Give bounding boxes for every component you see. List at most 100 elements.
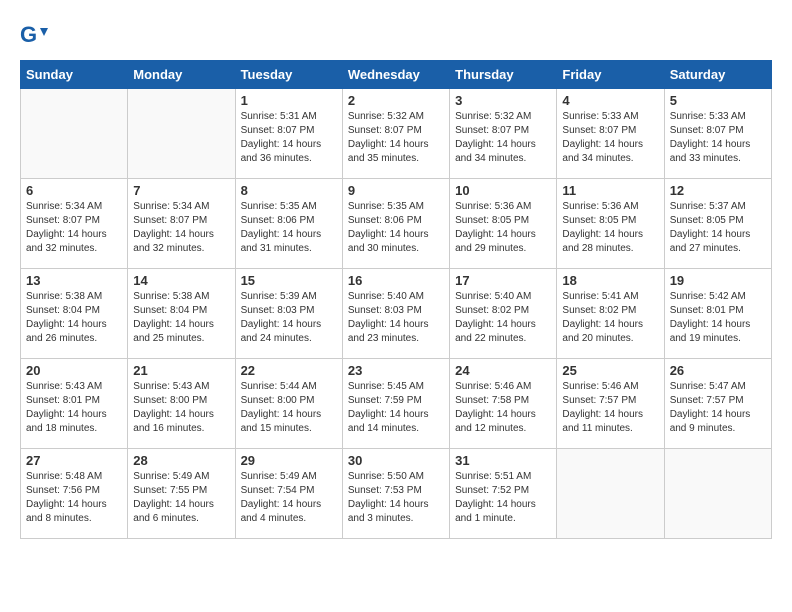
calendar-cell: 12Sunrise: 5:37 AM Sunset: 8:05 PM Dayli… [664, 179, 771, 269]
day-number: 17 [455, 273, 551, 288]
day-number: 23 [348, 363, 444, 378]
day-number: 29 [241, 453, 337, 468]
day-number: 15 [241, 273, 337, 288]
day-detail: Sunrise: 5:36 AM Sunset: 8:05 PM Dayligh… [455, 200, 551, 256]
day-number: 27 [26, 453, 122, 468]
day-of-week-header: Thursday [450, 61, 557, 89]
day-detail: Sunrise: 5:51 AM Sunset: 7:52 PM Dayligh… [455, 470, 551, 526]
day-detail: Sunrise: 5:42 AM Sunset: 8:01 PM Dayligh… [670, 290, 766, 346]
day-detail: Sunrise: 5:36 AM Sunset: 8:05 PM Dayligh… [562, 200, 658, 256]
calendar-cell: 15 Sunrise: 5:39 AM Sunset: 8:03 PM Dayli… [235, 269, 342, 359]
calendar-cell: 2 Sunrise: 5:32 AM Sunset: 8:07 PM Daylig… [342, 89, 449, 179]
calendar-cell: 26 Sunrise: 5:47 AM Sunset: 7:57 PM Dayli… [664, 359, 771, 449]
day-number: 22 [241, 363, 337, 378]
day-number: 6 [26, 183, 122, 198]
day-detail: Sunrise: 5:39 AM Sunset: 8:03 PM Dayligh… [241, 290, 337, 346]
calendar-cell [128, 89, 235, 179]
day-number: 31 [455, 453, 551, 468]
calendar-cell: 9 Sunrise: 5:35 AM Sunset: 8:06 PM Daylig… [342, 179, 449, 269]
calendar-table: SundayMondayTuesdayWednesdayThursdayFrid… [20, 60, 772, 539]
calendar-week-row: 13 Sunrise: 5:38 AM Sunset: 8:04 PM Dayli… [21, 269, 772, 359]
day-detail: Sunrise: 5:47 AM Sunset: 7:57 PM Dayligh… [670, 380, 766, 436]
day-number: 16 [348, 273, 444, 288]
page-header: G [20, 20, 772, 50]
day-number: 21 [133, 363, 229, 378]
calendar-cell: 8 Sunrise: 5:35 AM Sunset: 8:06 PM Daylig… [235, 179, 342, 269]
day-detail: Sunrise: 5:44 AM Sunset: 8:00 PM Dayligh… [241, 380, 337, 436]
day-detail: Sunrise: 5:43 AM Sunset: 8:00 PM Dayligh… [133, 380, 229, 436]
day-detail: Sunrise: 5:33 AM Sunset: 8:07 PM Dayligh… [562, 110, 658, 166]
day-detail: Sunrise: 5:41 AM Sunset: 8:02 PM Dayligh… [562, 290, 658, 346]
day-detail: Sunrise: 5:32 AM Sunset: 8:07 PM Dayligh… [348, 110, 444, 166]
days-header-row: SundayMondayTuesdayWednesdayThursdayFrid… [21, 61, 772, 89]
calendar-cell: 4Sunrise: 5:33 AM Sunset: 8:07 PM Daylig… [557, 89, 664, 179]
calendar-cell: 10 Sunrise: 5:36 AM Sunset: 8:05 PM Dayli… [450, 179, 557, 269]
day-detail: Sunrise: 5:34 AM Sunset: 8:07 PM Dayligh… [133, 200, 229, 256]
calendar-cell [557, 449, 664, 539]
calendar-cell: 20 Sunrise: 5:43 AM Sunset: 8:01 PM Dayli… [21, 359, 128, 449]
day-number: 24 [455, 363, 551, 378]
calendar-cell: 18 Sunrise: 5:41 AM Sunset: 8:02 PM Dayli… [557, 269, 664, 359]
calendar-cell: 27 Sunrise: 5:48 AM Sunset: 7:56 PM Dayli… [21, 449, 128, 539]
calendar-cell [21, 89, 128, 179]
logo-icon: G [20, 20, 50, 50]
calendar-cell [664, 449, 771, 539]
day-number: 20 [26, 363, 122, 378]
day-detail: Sunrise: 5:38 AM Sunset: 8:04 PM Dayligh… [133, 290, 229, 346]
day-detail: Sunrise: 5:38 AM Sunset: 8:04 PM Dayligh… [26, 290, 122, 346]
day-detail: Sunrise: 5:31 AM Sunset: 8:07 PM Dayligh… [241, 110, 337, 166]
calendar-week-row: 1Sunrise: 5:31 AM Sunset: 8:07 PM Daylig… [21, 89, 772, 179]
calendar-cell: 29 Sunrise: 5:49 AM Sunset: 7:54 PM Dayli… [235, 449, 342, 539]
day-detail: Sunrise: 5:35 AM Sunset: 8:06 PM Dayligh… [348, 200, 444, 256]
calendar-cell: 16 Sunrise: 5:40 AM Sunset: 8:03 PM Dayli… [342, 269, 449, 359]
day-number: 18 [562, 273, 658, 288]
calendar-cell: 7Sunrise: 5:34 AM Sunset: 8:07 PM Daylig… [128, 179, 235, 269]
calendar-cell: 14 Sunrise: 5:38 AM Sunset: 8:04 PM Dayli… [128, 269, 235, 359]
logo: G [20, 20, 54, 50]
day-detail: Sunrise: 5:40 AM Sunset: 8:02 PM Dayligh… [455, 290, 551, 346]
calendar-cell: 21 Sunrise: 5:43 AM Sunset: 8:00 PM Dayli… [128, 359, 235, 449]
calendar-cell: 17 Sunrise: 5:40 AM Sunset: 8:02 PM Dayli… [450, 269, 557, 359]
day-of-week-header: Sunday [21, 61, 128, 89]
calendar-cell: 23 Sunrise: 5:45 AM Sunset: 7:59 PM Dayli… [342, 359, 449, 449]
day-detail: Sunrise: 5:37 AM Sunset: 8:05 PM Dayligh… [670, 200, 766, 256]
day-number: 25 [562, 363, 658, 378]
day-detail: Sunrise: 5:35 AM Sunset: 8:06 PM Dayligh… [241, 200, 337, 256]
day-number: 9 [348, 183, 444, 198]
calendar-cell: 3Sunrise: 5:32 AM Sunset: 8:07 PM Daylig… [450, 89, 557, 179]
day-detail: Sunrise: 5:49 AM Sunset: 7:54 PM Dayligh… [241, 470, 337, 526]
day-of-week-header: Friday [557, 61, 664, 89]
day-number: 19 [670, 273, 766, 288]
day-number: 28 [133, 453, 229, 468]
day-detail: Sunrise: 5:45 AM Sunset: 7:59 PM Dayligh… [348, 380, 444, 436]
day-of-week-header: Monday [128, 61, 235, 89]
day-number: 14 [133, 273, 229, 288]
calendar-week-row: 6 Sunrise: 5:34 AM Sunset: 8:07 PM Daylig… [21, 179, 772, 269]
day-of-week-header: Saturday [664, 61, 771, 89]
day-detail: Sunrise: 5:43 AM Sunset: 8:01 PM Dayligh… [26, 380, 122, 436]
day-number: 30 [348, 453, 444, 468]
svg-text:G: G [20, 22, 37, 47]
calendar-cell: 30 Sunrise: 5:50 AM Sunset: 7:53 PM Dayli… [342, 449, 449, 539]
calendar-cell: 24 Sunrise: 5:46 AM Sunset: 7:58 PM Dayli… [450, 359, 557, 449]
day-number: 3 [455, 93, 551, 108]
day-of-week-header: Wednesday [342, 61, 449, 89]
day-detail: Sunrise: 5:46 AM Sunset: 7:58 PM Dayligh… [455, 380, 551, 436]
day-number: 26 [670, 363, 766, 378]
calendar-cell: 6Sunrise: 5:34 AM Sunset: 8:07 PM Daylig… [21, 179, 128, 269]
calendar-cell: 1Sunrise: 5:31 AM Sunset: 8:07 PM Daylig… [235, 89, 342, 179]
calendar-cell: 5 Sunrise: 5:33 AM Sunset: 8:07 PM Daylig… [664, 89, 771, 179]
day-number: 11 [562, 183, 658, 198]
calendar-cell: 31 Sunrise: 5:51 AM Sunset: 7:52 PM Dayli… [450, 449, 557, 539]
day-number: 10 [455, 183, 551, 198]
day-detail: Sunrise: 5:50 AM Sunset: 7:53 PM Dayligh… [348, 470, 444, 526]
day-detail: Sunrise: 5:48 AM Sunset: 7:56 PM Dayligh… [26, 470, 122, 526]
day-number: 13 [26, 273, 122, 288]
day-detail: Sunrise: 5:33 AM Sunset: 8:07 PM Dayligh… [670, 110, 766, 166]
day-number: 2 [348, 93, 444, 108]
day-detail: Sunrise: 5:40 AM Sunset: 8:03 PM Dayligh… [348, 290, 444, 346]
calendar-cell: 13 Sunrise: 5:38 AM Sunset: 8:04 PM Dayli… [21, 269, 128, 359]
day-number: 8 [241, 183, 337, 198]
day-number: 5 [670, 93, 766, 108]
calendar-cell: 22 Sunrise: 5:44 AM Sunset: 8:00 PM Dayli… [235, 359, 342, 449]
